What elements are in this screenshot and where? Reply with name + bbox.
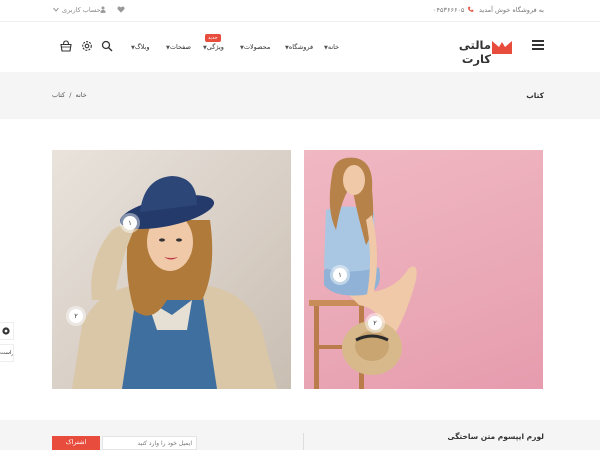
email-field[interactable] bbox=[102, 436, 197, 450]
nav-shop[interactable]: فروشگاه▼ bbox=[283, 43, 313, 51]
rtl-toggle[interactable]: راست bbox=[0, 344, 14, 362]
new-badge: جدید bbox=[205, 34, 221, 42]
woman-in-hat-illustration bbox=[72, 176, 277, 389]
gear-icon[interactable] bbox=[81, 40, 93, 52]
search-icon[interactable] bbox=[101, 40, 113, 52]
divider bbox=[303, 433, 304, 450]
subscribe-button[interactable]: اشتراک bbox=[52, 436, 100, 450]
top-bar: به فروشگاه خوش آمدید ۰۴۵۳۶۶۶۰۵ حساب کارب… bbox=[0, 0, 600, 22]
newsletter-title: لورم ایپسوم متن ساختگی bbox=[447, 432, 544, 441]
nav-features[interactable]: ویژگی▼ bbox=[201, 43, 224, 51]
account-link[interactable]: حساب کاربری bbox=[62, 6, 101, 14]
hotspot-1[interactable]: ۱ bbox=[333, 268, 347, 282]
welcome-text: به فروشگاه خوش آمدید bbox=[479, 6, 544, 14]
menu-icon[interactable] bbox=[532, 40, 544, 50]
nav-products[interactable]: محصولات▼ bbox=[238, 43, 270, 51]
page-title-band: کتاب خانه / کتاب bbox=[0, 72, 600, 119]
breadcrumb-separator: / bbox=[69, 91, 72, 99]
phone-number[interactable]: ۰۴۵۳۶۶۶۰۵ bbox=[433, 6, 464, 14]
gear-icon bbox=[2, 327, 10, 335]
lookbook-image-right[interactable]: ۱ ۲ bbox=[304, 150, 543, 389]
shopping-basket-icon[interactable] bbox=[60, 40, 72, 52]
hotspot-2[interactable]: ۲ bbox=[69, 309, 83, 323]
settings-panel-toggle[interactable] bbox=[0, 322, 14, 340]
nav-home[interactable]: خانه▼ bbox=[322, 43, 339, 51]
phone-icon bbox=[468, 6, 474, 12]
main-header: مالتی کارت خانه▼ فروشگاه▼ محصولات▼ ویژگی… bbox=[0, 22, 600, 72]
hotspot-1[interactable]: ۱ bbox=[123, 216, 137, 230]
hotspot-2[interactable]: ۲ bbox=[368, 316, 382, 330]
heart-icon[interactable] bbox=[117, 6, 125, 13]
nav-pages[interactable]: صفحات▼ bbox=[164, 43, 191, 51]
breadcrumb-current: کتاب bbox=[52, 91, 66, 99]
breadcrumb-home[interactable]: خانه bbox=[76, 91, 87, 99]
newsletter-section: لورم ایپسوم متن ساختگی اشتراک bbox=[0, 420, 600, 450]
page-title: کتاب bbox=[526, 91, 544, 100]
logo-text[interactable]: مالتی کارت bbox=[439, 38, 491, 66]
chevron-down-icon[interactable] bbox=[53, 7, 59, 12]
user-icon bbox=[100, 6, 106, 13]
lookbook-image-left[interactable]: ۱ ۲ bbox=[52, 150, 291, 389]
logo-icon[interactable] bbox=[492, 38, 512, 54]
breadcrumb: خانه / کتاب bbox=[52, 91, 87, 99]
nav-blog[interactable]: وبلاگ▼ bbox=[129, 43, 150, 51]
